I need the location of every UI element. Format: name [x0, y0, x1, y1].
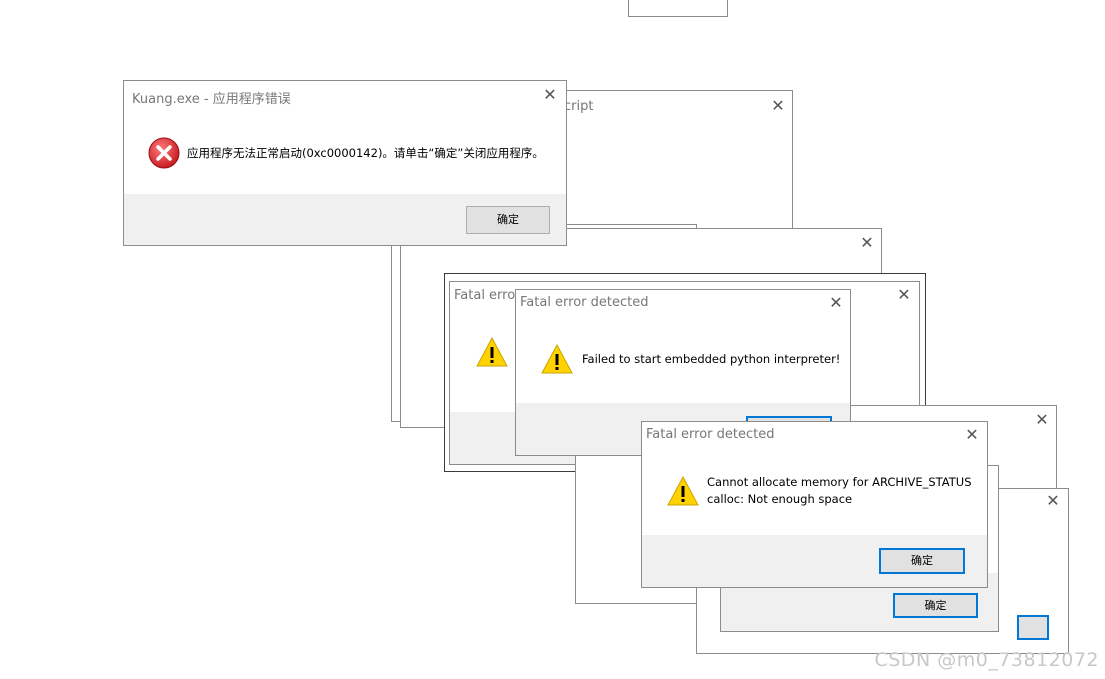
ok-button-partial[interactable]: [1017, 615, 1049, 640]
window-title: Fatal error detected: [520, 295, 649, 310]
window-title: Fatal error detected: [646, 427, 775, 442]
close-icon[interactable]: ✕: [768, 96, 788, 116]
warning-icon: [476, 336, 508, 367]
error-message-line-1: Cannot allocate memory for ARCHIVE_STATU…: [707, 475, 972, 489]
close-icon[interactable]: ✕: [996, 491, 998, 511]
ok-button[interactable]: 确定: [466, 206, 550, 234]
watermark: CSDN @m0_73812072: [874, 649, 1099, 671]
kuang-app-error-dialog: Kuang.exe - 应用程序错误 ✕ 应用程序无法正常启动(0xc00001…: [123, 80, 567, 246]
error-message-line-2: calloc: Not enough space: [707, 492, 853, 506]
close-icon[interactable]: ✕: [826, 293, 846, 313]
error-icon: [148, 137, 180, 169]
window-title: cript: [564, 99, 594, 114]
error-message: Failed to start embedded python interpre…: [582, 352, 841, 366]
ok-button[interactable]: 确定: [879, 548, 965, 574]
close-icon[interactable]: ✕: [1043, 491, 1063, 511]
close-icon[interactable]: ✕: [894, 285, 914, 305]
ok-button[interactable]: 确定: [893, 593, 978, 618]
warning-icon: [667, 475, 699, 506]
close-icon[interactable]: ✕: [962, 425, 982, 445]
close-icon[interactable]: ✕: [540, 85, 560, 105]
error-message: 应用程序无法正常启动(0xc0000142)。请单击“确定”关闭应用程序。: [187, 146, 544, 160]
window-title: Fatal error: [454, 288, 521, 303]
fatal-error-memory-dialog: Fatal error detected ✕ Cannot allocate m…: [641, 421, 988, 588]
warning-icon: [541, 343, 573, 374]
partial-window-top: [628, 0, 728, 17]
close-icon[interactable]: ✕: [1032, 410, 1052, 430]
window-title: Kuang.exe - 应用程序错误: [132, 92, 291, 107]
close-icon[interactable]: ✕: [857, 233, 877, 253]
